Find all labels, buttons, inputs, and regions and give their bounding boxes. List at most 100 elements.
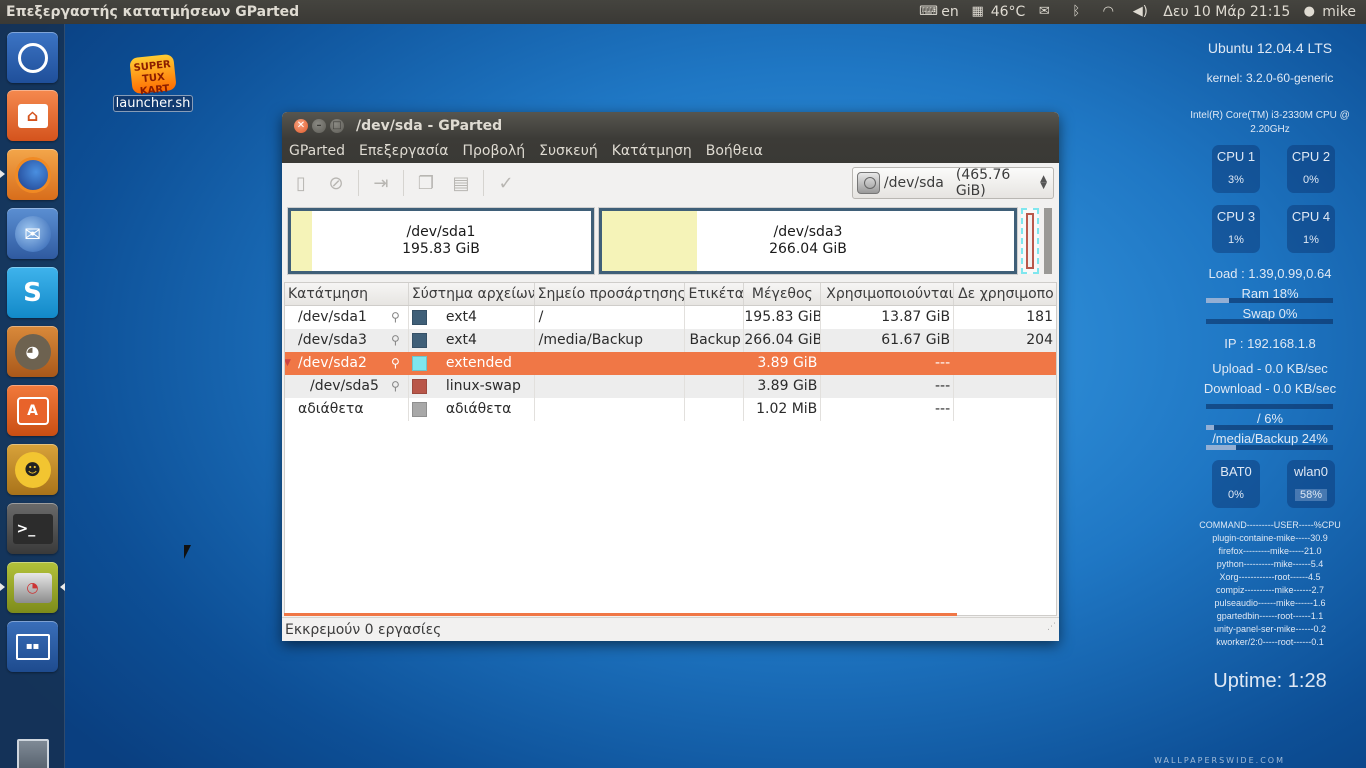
resize-move-button[interactable]: ⇥ bbox=[368, 170, 394, 196]
cpu3-label: CPU 3 bbox=[1216, 209, 1256, 224]
partition-block-extended[interactable] bbox=[1021, 208, 1039, 274]
bluetooth-indicator[interactable]: ᛒ bbox=[1067, 5, 1089, 19]
row-mountpoint bbox=[535, 398, 686, 421]
battery-box: BAT0 0% bbox=[1212, 460, 1260, 508]
desktop-icon-launcher[interactable]: SUPER TUX KART launcher.sh bbox=[112, 53, 194, 114]
table-row[interactable]: /dev/sda1 ⚲ ext4 / 195.83 GiB 13.87 GiB 1… bbox=[285, 306, 1056, 329]
menu-help[interactable]: Βοήθεια bbox=[699, 143, 770, 159]
process-item: kworker/2:0-----root------0.1 bbox=[1216, 637, 1324, 647]
launcher-firefox[interactable] bbox=[7, 149, 58, 200]
fs-color-swatch bbox=[411, 379, 427, 394]
expander-arrow-icon[interactable]: ▼ bbox=[285, 352, 291, 375]
menu-device[interactable]: Συσκευή bbox=[532, 143, 605, 159]
partition-map: /dev/sda1 195.83 GiB /dev/sda3 266.04 Gi… bbox=[282, 203, 1059, 281]
maximize-button[interactable]: □ bbox=[330, 118, 344, 133]
unity-launcher: ⌂ ✉ S ◕ A ☻ >_ ◔ ▪▪ bbox=[0, 24, 65, 768]
header-size[interactable]: Μέγεθος bbox=[744, 283, 822, 305]
row-used: --- bbox=[821, 375, 955, 398]
top-panel: Επεξεργαστής κατατμήσεων GParted ⌨ en ▦ … bbox=[0, 0, 1366, 24]
new-document-icon: ▯ bbox=[296, 172, 306, 194]
sound-indicator[interactable]: ◀) bbox=[1131, 5, 1153, 19]
row-mountpoint: /media/Backup bbox=[535, 329, 686, 352]
dash-home-button[interactable] bbox=[7, 32, 58, 83]
row-used: 61.67 GiB bbox=[821, 329, 955, 352]
process-item: firefox---------mike-----21.0 bbox=[1218, 546, 1322, 556]
header-unused[interactable]: Δε χρησιμοπο bbox=[954, 283, 1056, 305]
partition-block-sda3[interactable]: /dev/sda3 266.04 GiB bbox=[598, 207, 1018, 275]
process-item: gpartedbin------root------1.1 bbox=[1216, 611, 1324, 621]
row-filesystem: αδιάθετα bbox=[445, 401, 512, 417]
apply-button[interactable]: ✓ bbox=[493, 170, 519, 196]
table-row[interactable]: /dev/sda5 ⚲ linux-swap 3.89 GiB --- bbox=[285, 375, 1056, 398]
user-indicator[interactable]: ● mike bbox=[1300, 4, 1356, 20]
gparted-window: ✕ – □ /dev/sda - GParted GParted Επεξεργ… bbox=[282, 112, 1059, 641]
clock-indicator[interactable]: Δευ 10 Μάρ 21:15 bbox=[1163, 4, 1290, 20]
window-titlebar[interactable]: ✕ – □ /dev/sda - GParted bbox=[282, 112, 1059, 139]
header-used[interactable]: Χρησιμοποιούνται bbox=[821, 283, 955, 305]
partition-block-swap[interactable] bbox=[1026, 213, 1034, 269]
launcher-workspace-switcher[interactable]: ▪▪ bbox=[7, 621, 58, 672]
header-mountpoint[interactable]: Σημείο προσάρτησης bbox=[535, 283, 686, 305]
header-label[interactable]: Ετικέτα bbox=[685, 283, 745, 305]
minimize-button[interactable]: – bbox=[312, 118, 326, 133]
keyboard-indicator[interactable]: ⌨ en bbox=[919, 4, 959, 20]
launcher-software-center[interactable]: A bbox=[7, 385, 58, 436]
partition-map-unallocated[interactable] bbox=[1044, 208, 1052, 274]
table-row[interactable]: /dev/sda3 ⚲ ext4 /media/Backup Backup 266… bbox=[285, 329, 1056, 352]
cpu2-box: CPU 2 0% bbox=[1287, 145, 1335, 193]
launcher-files[interactable]: ⌂ bbox=[7, 90, 58, 141]
envelope-icon: ✉ bbox=[1038, 4, 1050, 19]
workspaces-icon: ▪▪ bbox=[15, 633, 50, 660]
row-partition: /dev/sda1 bbox=[298, 309, 367, 325]
launcher-gimp[interactable]: ◕ bbox=[7, 326, 58, 377]
key-icon: ⚲ bbox=[391, 356, 400, 370]
launcher-gparted[interactable]: ◔ bbox=[7, 562, 58, 613]
header-partition[interactable]: Κατάτμηση bbox=[285, 283, 409, 305]
copy-button[interactable]: ❐ bbox=[413, 170, 439, 196]
table-row-selected[interactable]: ▼ /dev/sda2 ⚲ extended 3.89 GiB --- bbox=[285, 352, 1056, 375]
download-speed: Download - 0.0 KB/sec bbox=[1203, 381, 1337, 396]
header-filesystem[interactable]: Σύστημα αρχείων bbox=[409, 283, 535, 305]
root-disk-bar bbox=[1206, 425, 1333, 430]
resize-grip-icon[interactable]: ⋰ bbox=[1047, 615, 1056, 639]
row-unused bbox=[954, 398, 1056, 421]
root-disk-bar-top bbox=[1206, 404, 1333, 409]
cpu3-value: 1% bbox=[1228, 234, 1244, 246]
table-body: /dev/sda1 ⚲ ext4 / 195.83 GiB 13.87 GiB 1… bbox=[285, 306, 1056, 421]
messaging-indicator[interactable]: ✉ bbox=[1035, 5, 1057, 19]
launcher-terminal[interactable]: >_ bbox=[7, 503, 58, 554]
new-partition-button[interactable]: ▯ bbox=[288, 170, 314, 196]
table-header: Κατάτμηση Σύστημα αρχείων Σημείο προσάρτ… bbox=[285, 283, 1056, 306]
row-mountpoint: / bbox=[535, 306, 686, 329]
menu-gparted[interactable]: GParted bbox=[282, 143, 352, 159]
ubuntu-logo-icon bbox=[17, 42, 48, 73]
process-list: COMMAND---------USER-----%CPU plugin-con… bbox=[1186, 519, 1354, 649]
cpu4-box: CPU 4 1% bbox=[1287, 205, 1335, 253]
partition-block-sda1[interactable]: /dev/sda1 195.83 GiB bbox=[287, 207, 595, 275]
row-unused: 181 bbox=[1026, 309, 1053, 325]
sensors-indicator[interactable]: ▦ 46°C bbox=[969, 4, 1026, 20]
paste-button[interactable]: ▤ bbox=[448, 170, 474, 196]
no-entry-icon: ⊘ bbox=[328, 172, 344, 194]
backup-disk-usage: /media/Backup 24% bbox=[1212, 431, 1328, 446]
menu-edit[interactable]: Επεξεργασία bbox=[352, 143, 455, 159]
launcher-supertuxkart[interactable]: ☻ bbox=[7, 444, 58, 495]
table-row[interactable]: αδιάθετα αδιάθετα 1.02 MiB --- bbox=[285, 398, 1056, 421]
delete-partition-button[interactable]: ⊘ bbox=[323, 170, 349, 196]
process-item: compiz----------mike------2.7 bbox=[1216, 585, 1324, 595]
network-indicator[interactable]: ◠ bbox=[1099, 5, 1121, 19]
cpu1-box: CPU 1 3% bbox=[1212, 145, 1260, 193]
device-selector[interactable]: /dev/sda (465.76 GiB) ▲ ▼ bbox=[852, 167, 1054, 199]
row-mountpoint bbox=[535, 352, 686, 375]
close-button[interactable]: ✕ bbox=[294, 118, 308, 133]
launcher-trash[interactable] bbox=[7, 732, 58, 768]
key-icon: ⚲ bbox=[391, 310, 400, 324]
row-label bbox=[685, 306, 745, 329]
keyboard-layout: en bbox=[941, 4, 959, 20]
launcher-skype[interactable]: S bbox=[7, 267, 58, 318]
menu-partition[interactable]: Κατάτμηση bbox=[605, 143, 699, 159]
ram-bar-fill bbox=[1206, 298, 1229, 303]
menu-view[interactable]: Προβολή bbox=[455, 143, 532, 159]
launcher-thunderbird[interactable]: ✉ bbox=[7, 208, 58, 259]
cpu3-box: CPU 3 1% bbox=[1212, 205, 1260, 253]
